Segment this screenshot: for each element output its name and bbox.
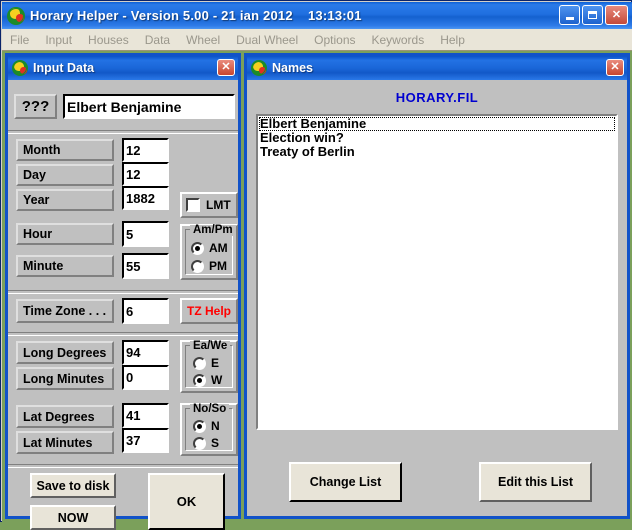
names-dialog: Names ✕ HORARY.FIL Elbert Benjamine Elec… xyxy=(244,53,630,519)
noso-group-legend: No/So xyxy=(190,403,230,415)
save-to-disk-button[interactable]: Save to disk xyxy=(30,473,116,498)
lat-minutes-input[interactable]: 37 xyxy=(122,428,169,453)
menu-item-dual-wheel[interactable]: Dual Wheel xyxy=(228,31,306,49)
radio-icon xyxy=(191,241,204,255)
eawe-radio-west[interactable]: W xyxy=(193,373,222,387)
astrology-app-icon xyxy=(251,60,267,76)
input-data-body: ??? Elbert Benjamine Month 12 Day 12 Yea… xyxy=(8,80,238,530)
menu-item-houses[interactable]: Houses xyxy=(80,31,137,49)
input-data-close-button[interactable]: ✕ xyxy=(217,59,235,76)
application-menubar: File Input Houses Data Wheel Dual Wheel … xyxy=(2,29,632,51)
lat-degrees-input[interactable]: 41 xyxy=(122,403,169,428)
main-application-window: Horary Helper - Version 5.00 - 21 ian 20… xyxy=(0,0,632,530)
list-item[interactable]: Elbert Benjamine xyxy=(259,117,615,131)
eawe-group: Ea/We E W xyxy=(180,340,238,393)
maximize-icon xyxy=(588,11,597,19)
astrology-app-icon xyxy=(12,60,28,76)
window-controls: ✕ xyxy=(559,5,628,25)
noso-n-label: N xyxy=(211,419,220,433)
month-input[interactable]: 12 xyxy=(122,138,169,162)
menu-item-help[interactable]: Help xyxy=(432,31,473,49)
input-data-titlebar[interactable]: Input Data ✕ xyxy=(8,56,238,80)
menu-item-data[interactable]: Data xyxy=(137,31,178,49)
list-item[interactable]: Election win? xyxy=(259,131,615,145)
ampm-radio-am[interactable]: AM xyxy=(191,241,228,255)
name-input[interactable]: Elbert Benjamine xyxy=(63,94,235,119)
year-label: Year xyxy=(16,189,114,211)
names-close-button[interactable]: ✕ xyxy=(606,59,624,76)
long-minutes-input[interactable]: 0 xyxy=(122,365,169,390)
long-minutes-label: Long Minutes xyxy=(16,367,114,390)
minute-label: Minute xyxy=(16,255,114,277)
names-filename-label: HORARY.FIL xyxy=(395,90,479,105)
eawe-group-legend: Ea/We xyxy=(190,340,231,352)
time-zone-input[interactable]: 6 xyxy=(122,298,169,324)
application-title: Horary Helper - Version 5.00 - 21 ian 20… xyxy=(30,8,362,23)
minute-input[interactable]: 55 xyxy=(122,253,169,279)
input-data-dialog: Input Data ✕ ??? Elbert Benjamine Month … xyxy=(5,53,241,530)
radio-icon xyxy=(193,419,206,433)
month-label: Month xyxy=(16,139,114,161)
year-input[interactable]: 1882 xyxy=(122,186,169,210)
edit-this-list-button[interactable]: Edit this List xyxy=(479,462,592,502)
radio-icon xyxy=(193,356,206,370)
names-body: HORARY.FIL Elbert Benjamine Election win… xyxy=(247,80,627,516)
menu-item-file[interactable]: File xyxy=(2,31,37,49)
time-zone-label: Time Zone . . . xyxy=(16,299,114,323)
ampm-radio-pm[interactable]: PM xyxy=(191,259,227,273)
noso-radio-south[interactable]: S xyxy=(193,436,219,450)
long-degrees-input[interactable]: 94 xyxy=(122,340,169,365)
eawe-radio-east[interactable]: E xyxy=(193,356,219,370)
day-label: Day xyxy=(16,164,114,186)
menu-item-wheel[interactable]: Wheel xyxy=(178,31,228,49)
minimize-icon xyxy=(565,17,574,20)
hour-label: Hour xyxy=(16,223,114,245)
menu-item-keywords[interactable]: Keywords xyxy=(364,31,433,49)
radio-icon xyxy=(193,373,206,387)
noso-group: No/So N S xyxy=(180,403,238,456)
close-button[interactable]: ✕ xyxy=(605,5,628,25)
names-titlebar[interactable]: Names ✕ xyxy=(247,56,627,80)
hour-input[interactable]: 5 xyxy=(122,221,169,247)
name-lookup-button[interactable]: ??? xyxy=(14,94,57,119)
menu-item-input[interactable]: Input xyxy=(37,31,80,49)
change-list-button[interactable]: Change List xyxy=(289,462,402,502)
application-titlebar[interactable]: Horary Helper - Version 5.00 - 21 ian 20… xyxy=(2,2,632,29)
maximize-button[interactable] xyxy=(582,5,603,25)
eawe-e-label: E xyxy=(211,356,220,370)
lmt-checkbox[interactable] xyxy=(186,198,200,212)
lat-degrees-label: Lat Degrees xyxy=(16,405,114,428)
minimize-button[interactable] xyxy=(559,5,580,25)
radio-icon xyxy=(193,436,206,450)
list-item[interactable]: Treaty of Berlin xyxy=(259,145,615,159)
now-button[interactable]: NOW xyxy=(30,505,116,530)
radio-icon xyxy=(191,259,204,273)
names-listbox[interactable]: Elbert Benjamine Election win? Treaty of… xyxy=(256,114,618,430)
ampm-pm-label: PM xyxy=(209,259,227,273)
input-data-title: Input Data xyxy=(33,61,95,75)
noso-radio-north[interactable]: N xyxy=(193,419,220,433)
day-input[interactable]: 12 xyxy=(122,162,169,186)
ampm-group: Am/Pm AM PM xyxy=(180,224,238,280)
lat-minutes-label: Lat Minutes xyxy=(16,431,114,454)
names-title: Names xyxy=(272,61,313,75)
noso-s-label: S xyxy=(211,436,220,450)
ok-button[interactable]: OK xyxy=(148,473,225,530)
lmt-label: LMT xyxy=(206,198,231,212)
eawe-w-label: W xyxy=(211,373,223,387)
lmt-checkbox-panel[interactable]: LMT xyxy=(180,192,238,218)
ampm-group-legend: Am/Pm xyxy=(190,224,236,236)
astrology-app-icon xyxy=(7,6,25,25)
ampm-am-label: AM xyxy=(209,241,228,255)
tz-help-button[interactable]: TZ Help xyxy=(180,298,238,324)
menu-item-options[interactable]: Options xyxy=(306,31,363,49)
long-degrees-label: Long Degrees xyxy=(16,341,114,364)
